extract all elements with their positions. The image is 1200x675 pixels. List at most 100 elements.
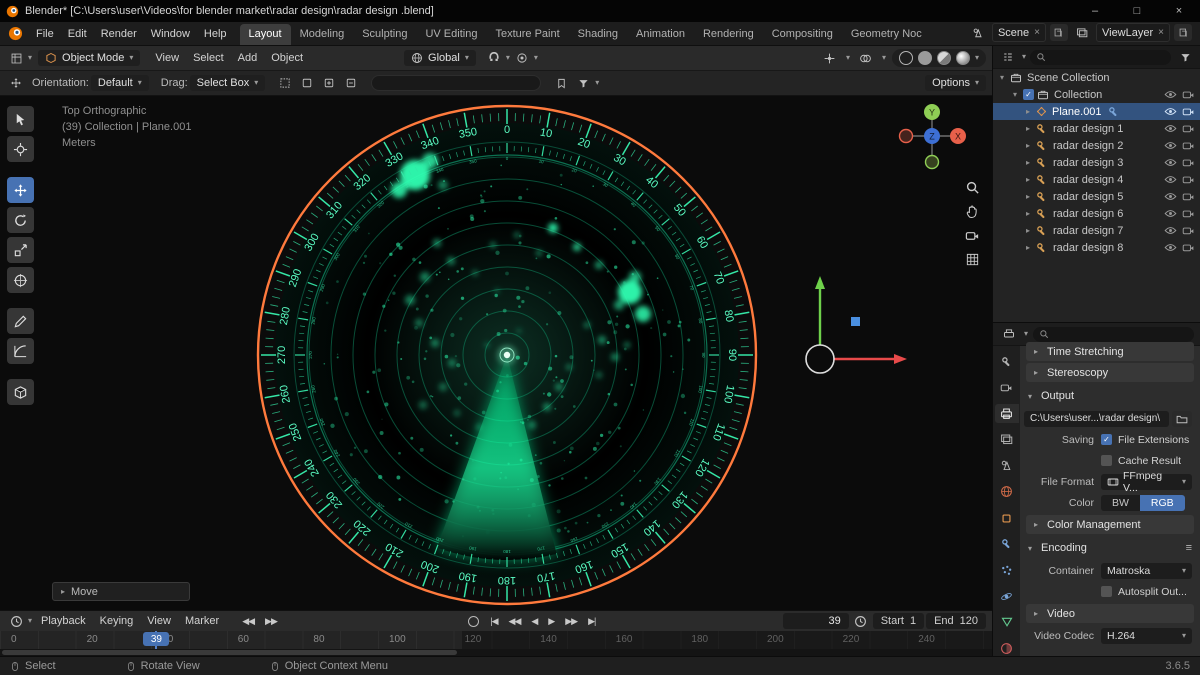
pan-hand-icon[interactable] — [965, 204, 980, 219]
play-reverse-icon[interactable]: ◀ — [527, 614, 541, 629]
filter-icon[interactable] — [573, 74, 593, 92]
timeline-scrollbar[interactable] — [0, 649, 992, 656]
properties-tab-render[interactable] — [995, 378, 1019, 397]
close-button[interactable]: × — [1158, 0, 1200, 22]
select-new-icon[interactable] — [297, 74, 317, 92]
options-dropdown[interactable]: Options ▾ — [925, 75, 986, 91]
editor-type-caret-icon[interactable]: ▾ — [28, 54, 32, 62]
eye-toggle-icon[interactable] — [1164, 139, 1177, 152]
rotate-tool[interactable] — [7, 207, 34, 233]
select-mode-icon[interactable] — [275, 74, 295, 92]
eye-toggle-icon[interactable] — [1164, 173, 1177, 186]
frame-start-field[interactable]: Start 1 — [872, 613, 925, 629]
axis-z-ball[interactable]: Z — [929, 132, 935, 142]
menu-help[interactable]: Help — [197, 24, 234, 45]
select-box-tool[interactable] — [7, 106, 34, 132]
mode-dropdown[interactable]: Object Mode ▾ — [38, 50, 141, 66]
workspace-tab-compositing[interactable]: Compositing — [763, 24, 842, 45]
color-option-rgb[interactable]: RGB — [1139, 494, 1185, 511]
timeline-menu-playback[interactable]: Playback — [34, 611, 93, 632]
viewport-menu-view[interactable]: View — [148, 48, 186, 69]
timeline-editor-caret-icon[interactable]: ▾ — [28, 617, 32, 625]
record-icon[interactable] — [468, 615, 480, 627]
transform-tool[interactable] — [7, 267, 34, 293]
expand-caret-icon[interactable]: ▸ — [1023, 192, 1033, 201]
properties-editor-icon[interactable] — [999, 325, 1019, 343]
zoom-icon[interactable] — [965, 180, 980, 195]
play-icon[interactable]: ▶ — [544, 614, 558, 629]
outliner-row[interactable]: ▸ radar design 3 — [993, 154, 1200, 171]
dropdown-file-format[interactable]: FFmpeg V... ▾ — [1101, 470, 1192, 494]
bookmark-flag-icon[interactable] — [551, 74, 571, 92]
camera-toggle-icon[interactable] — [1182, 156, 1195, 169]
orientation-dropdown[interactable]: Global ▾ — [404, 50, 476, 66]
properties-tab-scene[interactable] — [995, 456, 1019, 475]
scrollbar-thumb[interactable] — [2, 650, 457, 655]
section-color-management[interactable]: ▸ Color Management — [1026, 515, 1194, 534]
workspace-tab-shading[interactable]: Shading — [569, 24, 627, 45]
show-overlays-icon[interactable] — [856, 49, 876, 67]
viewport-menu-select[interactable]: Select — [186, 48, 231, 69]
playhead[interactable]: 39 — [143, 631, 170, 649]
axis-x-neg-ball[interactable] — [898, 128, 914, 144]
axis-y-ball[interactable]: Y — [929, 108, 935, 118]
outliner-row[interactable]: ▸ radar design 7 — [993, 222, 1200, 239]
section-output[interactable]: ▾ Output — [1020, 384, 1200, 408]
eye-toggle-icon[interactable] — [1164, 241, 1177, 254]
workspace-tab-texture-paint[interactable]: Texture Paint — [486, 24, 568, 45]
jump-next-keyframe-icon[interactable]: ▶▶ — [261, 614, 281, 629]
output-path-field[interactable]: C:\Users\user...\radar design\ — [1024, 410, 1169, 427]
outliner-search-input[interactable] — [1050, 50, 1165, 64]
scene-unlink-icon[interactable]: × — [1034, 27, 1040, 38]
current-frame-field[interactable]: 39 — [782, 613, 849, 629]
timeline-ruler[interactable]: 02040608010012014016018020022024039 — [0, 631, 992, 649]
measure-tool[interactable] — [7, 338, 34, 364]
properties-search-input[interactable] — [1053, 327, 1188, 341]
viewport-3d[interactable]: 0 0 10 10 20 20 30 30 40 40 50 50 60 60 70 70 80 80 90 90 10… — [0, 96, 992, 610]
properties-editor-caret-icon[interactable]: ▾ — [1024, 330, 1028, 338]
expand-caret-icon[interactable]: ▾ — [1010, 90, 1020, 99]
toggle-grid-icon[interactable] — [965, 252, 980, 267]
menu-render[interactable]: Render — [94, 24, 144, 45]
shading-wireframe-icon[interactable] — [898, 51, 913, 65]
axis-y-neg-ball[interactable] — [924, 154, 940, 170]
move-gizmo[interactable] — [795, 271, 915, 386]
annotate-tool[interactable] — [7, 308, 34, 334]
filter-caret-icon[interactable]: ▾ — [595, 79, 599, 87]
add-cube-tool[interactable] — [7, 379, 34, 405]
next-keyframe-icon[interactable]: ▶▶ — [561, 614, 581, 629]
new-scene-icon[interactable] — [1049, 24, 1068, 41]
outliner-editor-caret-icon[interactable]: ▾ — [1022, 53, 1026, 61]
prev-keyframe-icon[interactable]: ◀◀ — [505, 614, 525, 629]
properties-tab-object[interactable] — [995, 508, 1019, 527]
outliner-row[interactable]: ▾ Scene Collection — [993, 69, 1200, 86]
workspace-tab-modeling[interactable]: Modeling — [291, 24, 354, 45]
eye-toggle-icon[interactable] — [1164, 190, 1177, 203]
dropdown-video-codec[interactable]: H.264 ▾ — [1101, 627, 1192, 644]
snap-magnet-icon[interactable] — [484, 49, 504, 67]
expand-caret-icon[interactable]: ▸ — [1023, 226, 1033, 235]
shading-rendered-icon[interactable] — [955, 51, 970, 65]
camera-toggle-icon[interactable] — [1182, 139, 1195, 152]
expand-caret-icon[interactable]: ▸ — [1023, 158, 1033, 167]
outliner-filter-icon[interactable] — [1175, 48, 1195, 66]
section-stereoscopy[interactable]: ▸ Stereoscopy — [1026, 363, 1194, 382]
outliner-row[interactable]: ▸ radar design 6 — [993, 205, 1200, 222]
expand-caret-icon[interactable]: ▸ — [1023, 243, 1033, 252]
minimize-button[interactable]: – — [1074, 0, 1116, 22]
camera-toggle-icon[interactable] — [1182, 241, 1195, 254]
maximize-button[interactable]: □ — [1116, 0, 1158, 22]
checkbox-autosplit-out[interactable] — [1101, 586, 1112, 597]
auto-keying-clock-icon[interactable] — [851, 612, 871, 630]
section-encoding[interactable]: ▾ Encoding ≡ — [1020, 536, 1200, 560]
overlays-caret-icon[interactable]: ▾ — [882, 54, 886, 62]
outliner-search[interactable] — [1030, 49, 1171, 65]
checkbox-cache-result[interactable] — [1101, 455, 1112, 466]
viewport-menu-object[interactable]: Object — [264, 48, 310, 69]
camera-toggle-icon[interactable] — [1182, 105, 1195, 118]
expand-caret-icon[interactable]: ▸ — [1023, 141, 1033, 150]
eye-toggle-icon[interactable] — [1164, 207, 1177, 220]
checkbox-file-extensions[interactable]: ✓ — [1101, 434, 1112, 445]
menu-edit[interactable]: Edit — [61, 24, 94, 45]
current-frame-chip[interactable]: 39 — [143, 632, 170, 646]
